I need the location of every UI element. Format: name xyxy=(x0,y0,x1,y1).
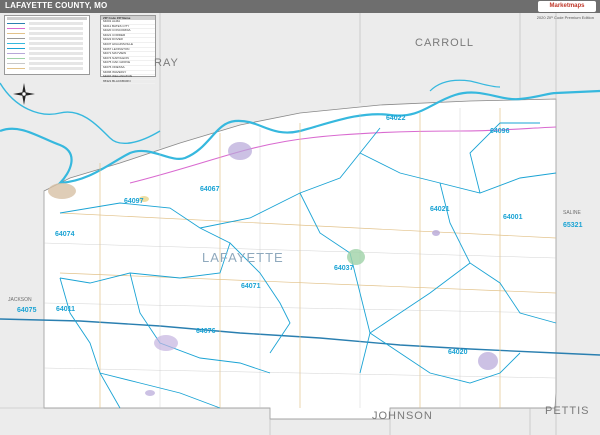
legend-row xyxy=(7,42,87,45)
label-johnson: JOHNSON xyxy=(372,410,433,422)
map-legend xyxy=(4,15,90,75)
legend-row xyxy=(7,52,87,55)
zip-label: 65321 xyxy=(563,222,583,229)
legend-row xyxy=(7,47,87,50)
label-pettis: PETTIS xyxy=(545,405,590,417)
zip-table-row: 65321 BLACKBURN xyxy=(101,80,155,85)
zip-label: 64067 xyxy=(200,186,220,193)
label-jackson: JACKSON xyxy=(8,297,32,303)
legend-row xyxy=(7,27,87,30)
zip-label: 64001 xyxy=(503,214,523,221)
map-frame: LAFAYETTE COUNTY, MO Marketmaps ZIP Code… xyxy=(0,0,600,435)
label-county-main: LAFAYETTE xyxy=(202,250,284,265)
zip-label: 64037 xyxy=(334,265,354,272)
label-carroll: CARROLL xyxy=(415,37,474,49)
zip-label: 64021 xyxy=(430,206,450,213)
legend-row xyxy=(7,67,87,70)
map-canvas xyxy=(0,13,600,435)
compass-rose-icon xyxy=(13,83,35,105)
map-title: LAFAYETTE COUNTY, MO xyxy=(5,1,108,10)
zip-label: 64076 xyxy=(196,328,216,335)
legend-row xyxy=(7,37,87,40)
title-bar: LAFAYETTE COUNTY, MO Marketmaps xyxy=(0,0,600,13)
zip-label: 64020 xyxy=(448,349,468,356)
zip-label: 64022 xyxy=(386,115,406,122)
zip-label: 64075 xyxy=(17,307,37,314)
edition-note: 2020 ZIP Code Premium Edition xyxy=(536,15,594,20)
legend-row xyxy=(7,22,87,25)
zip-label: 64071 xyxy=(241,283,261,290)
brand-logo: Marketmaps xyxy=(538,1,596,12)
zip-label: 64097 xyxy=(124,198,144,205)
zip-code-table: ZIP Code ZIP Name 64001 ALMA 64011 BATES… xyxy=(100,15,156,85)
legend-header xyxy=(7,17,87,20)
zip-label: 64096 xyxy=(490,128,510,135)
label-ray: RAY xyxy=(154,57,179,69)
zip-label: 64011 xyxy=(56,306,76,313)
legend-row xyxy=(7,57,87,60)
label-saline: SALINE xyxy=(563,210,581,216)
legend-row xyxy=(7,32,87,35)
legend-row xyxy=(7,62,87,65)
zip-label: 64074 xyxy=(55,231,75,238)
